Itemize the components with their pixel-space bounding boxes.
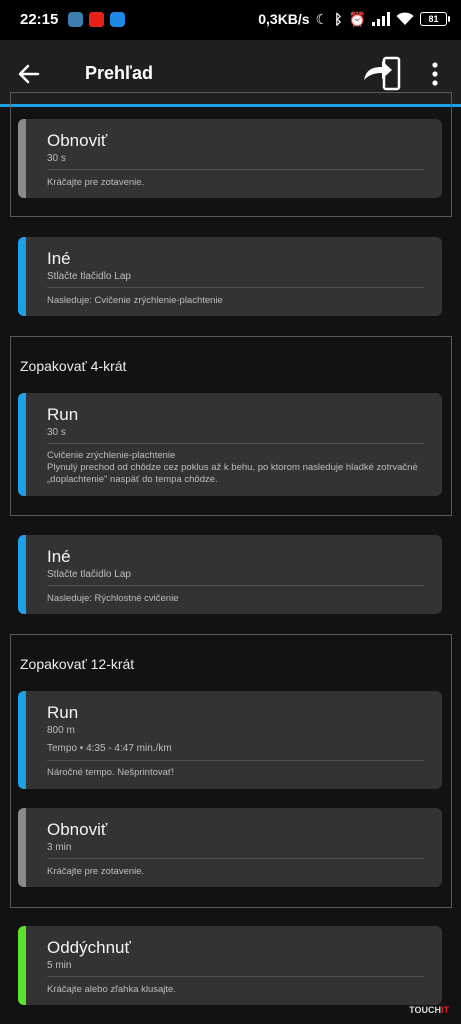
step-card-rest[interactable]: Oddýchnuť 5 min Kráčajte alebo zľahka kl… [18, 926, 442, 1005]
step-type-bar [18, 237, 26, 316]
step-type-bar [18, 535, 26, 614]
bluetooth-app-icon [110, 12, 125, 27]
step-title: Oddýchnuť [47, 938, 131, 957]
step-duration: 3 min [47, 842, 72, 853]
step-card-run[interactable]: Run 30 s Cvičenie zrýchlenie-plachtenie … [18, 393, 442, 496]
step-duration: 5 min [47, 960, 72, 971]
step-title: Run [47, 703, 79, 722]
step-note: Kráčajte alebo zľahka klusajte. [47, 984, 176, 995]
step-title: Run [47, 405, 79, 424]
step-duration: Stlačte tlačidlo Lap [47, 569, 131, 580]
divider [47, 585, 424, 586]
step-title: Obnoviť [47, 820, 108, 839]
step-card-other[interactable]: Iné Stlačte tlačidlo Lap Nasleduje: Cvič… [18, 237, 442, 316]
watermark: TOUCHIT [409, 1005, 449, 1015]
divider [47, 976, 424, 977]
step-duration: Stlačte tlačidlo Lap [47, 271, 131, 282]
app-notification-icon [68, 12, 83, 27]
divider [47, 169, 424, 170]
divider [47, 287, 424, 288]
divider [47, 858, 424, 859]
signal-icon [372, 12, 390, 26]
step-title: Iné [47, 249, 71, 268]
step-duration: 30 s [47, 427, 66, 438]
step-note: Nasleduje: Rýchlostné cvičenie [47, 593, 179, 604]
step-type-bar [18, 393, 26, 496]
step-type-bar [18, 691, 26, 789]
alarm-icon: ⏰ [348, 11, 366, 27]
step-note: Náročné tempo. Nešprintovať! [47, 767, 175, 778]
watermark-a: TOUCH [409, 1005, 441, 1015]
step-type-bar [18, 808, 26, 887]
page-title: Prehľad [85, 63, 153, 83]
divider [47, 760, 424, 761]
step-type-bar [18, 119, 26, 198]
repeat-group-title: Zopakovať 4-krát [20, 358, 127, 374]
step-title: Obnoviť [47, 131, 108, 150]
moon-icon: ☾ [315, 11, 329, 27]
step-note: Kráčajte pre zotavenie. [47, 866, 145, 877]
battery-icon: 81 [420, 12, 450, 26]
status-time: 22:15 [20, 11, 59, 28]
step-duration: 30 s [47, 153, 66, 164]
bluetooth-icon: ᛒ [334, 11, 343, 27]
status-bar: 22:15 0,3KB/s ☾ ᛒ ⏰ 81 [0, 0, 461, 40]
step-type-bar [18, 926, 26, 1005]
divider [47, 443, 424, 444]
repeat-group-title: Zopakovať 12-krát [20, 656, 135, 672]
youtube-icon [89, 12, 104, 27]
wifi-icon [396, 12, 414, 25]
step-card-run[interactable]: Run 800 m Tempo • 4:35 - 4:47 min./km Ná… [18, 691, 442, 789]
more-vert-icon[interactable] [424, 60, 446, 88]
back-arrow-icon[interactable] [16, 61, 42, 87]
step-note: Nasleduje: Cvičenie zrýchlenie-plachteni… [47, 295, 223, 306]
step-note: Cvičenie zrýchlenie-plachtenie Plynulý p… [47, 450, 418, 485]
battery-level: 81 [428, 14, 439, 24]
watermark-b: IT [441, 1005, 449, 1015]
step-duration: 800 m [47, 725, 75, 736]
step-card-other[interactable]: Iné Stlačte tlačidlo Lap Nasleduje: Rých… [18, 535, 442, 614]
network-speed: 0,3KB/s [258, 11, 310, 27]
step-title: Iné [47, 547, 71, 566]
send-to-device-icon[interactable] [362, 56, 402, 92]
step-card-recover[interactable]: Obnoviť 3 min Kráčajte pre zotavenie. [18, 808, 442, 887]
step-card-recover[interactable]: Obnoviť 30 s Kráčajte pre zotavenie. [18, 119, 442, 198]
step-note: Kráčajte pre zotavenie. [47, 177, 145, 188]
step-target-pace: Tempo • 4:35 - 4:47 min./km [47, 743, 172, 754]
